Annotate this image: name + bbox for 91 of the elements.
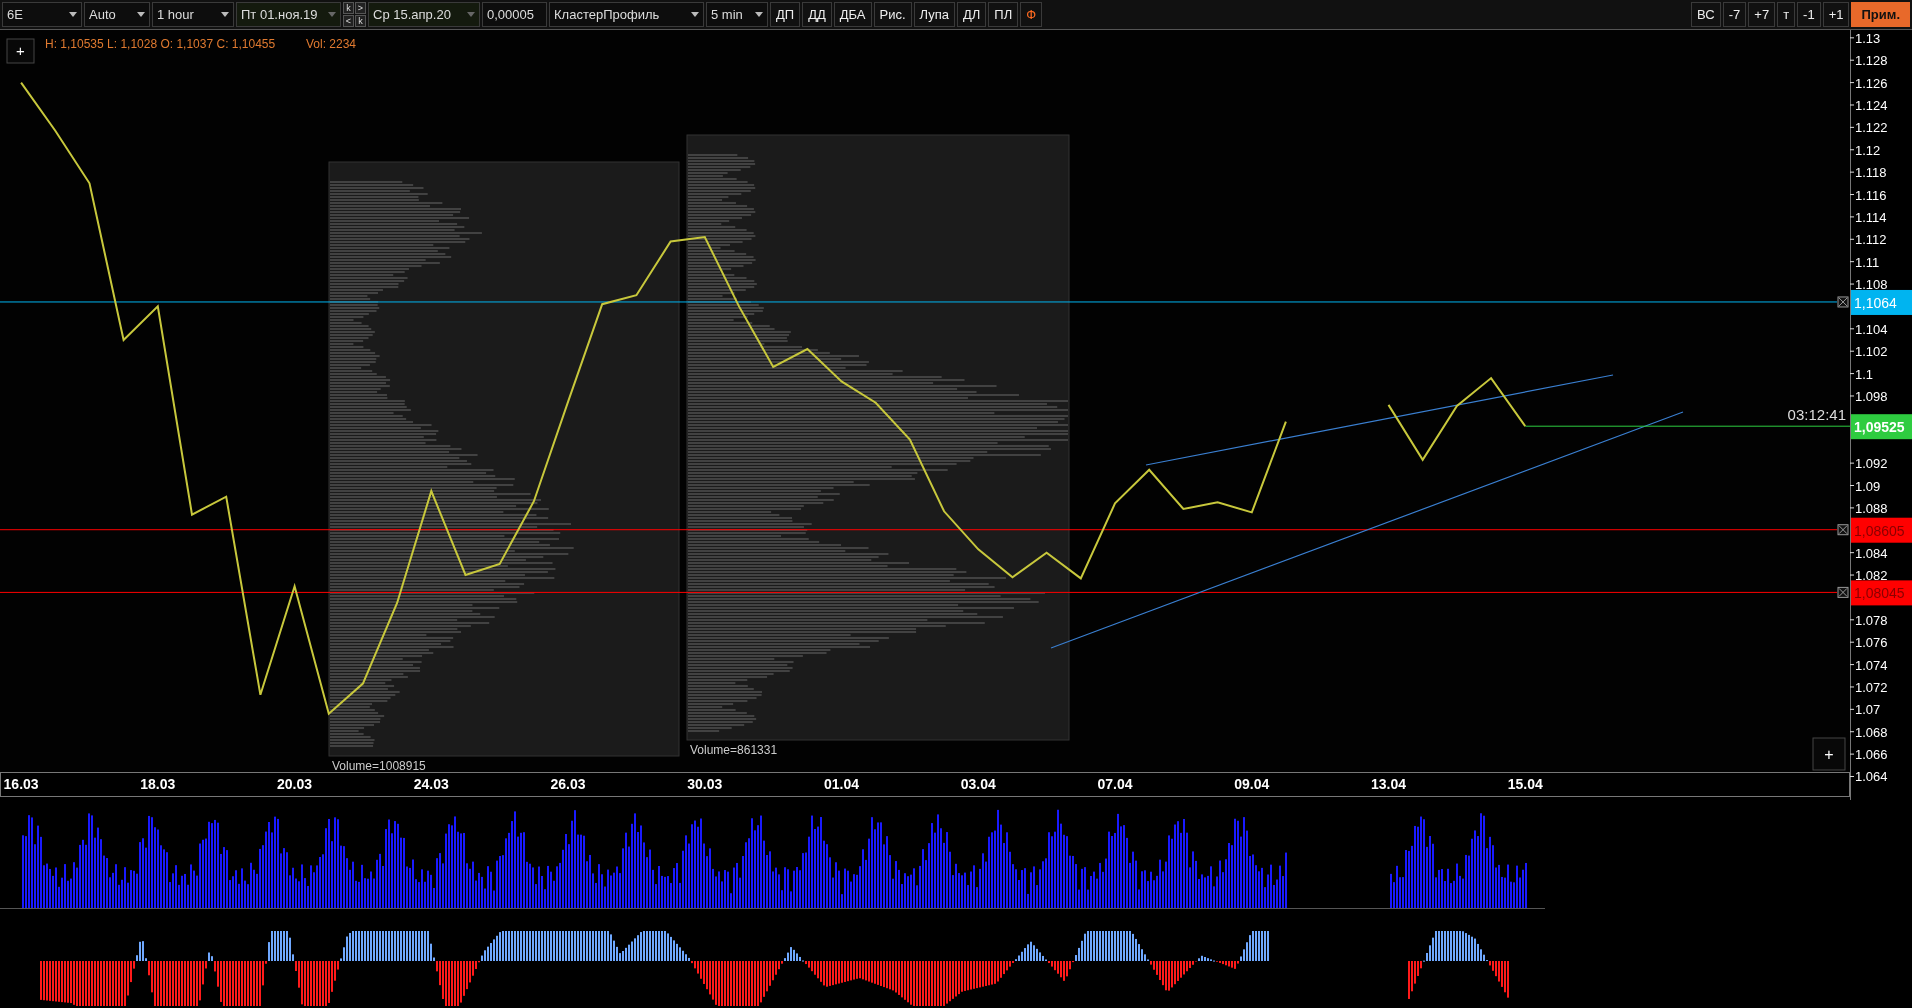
price-label: 1.128 [1855, 53, 1888, 69]
period-dropdown[interactable]: 5 min [706, 2, 768, 27]
toolbar-button[interactable]: Рис. [873, 2, 912, 27]
price-tag: 1,08045 [1851, 580, 1912, 606]
symbol-dropdown[interactable]: 6E [2, 2, 82, 27]
price-label: 1.098 [1855, 388, 1888, 404]
date-label: 15.04 [1507, 776, 1543, 792]
date-dropdown[interactable]: Пт 01.ноя.19 [236, 2, 341, 27]
date-label: 26.03 [550, 776, 586, 792]
caret-icon [69, 12, 77, 17]
toolbar-button[interactable]: -7 [1722, 2, 1747, 27]
countdown-timer: 03:12:41 [1787, 406, 1846, 424]
toolbar-button[interactable]: Прим. [1851, 2, 1910, 27]
price-label: 1.126 [1855, 75, 1888, 91]
volume-readout: Vol: 2234 [306, 37, 357, 51]
price-label: 1.112 [1855, 232, 1887, 248]
date-label: 24.03 [413, 776, 449, 792]
price-label: 1.13 [1855, 30, 1881, 46]
price-label: 1.11 [1855, 254, 1880, 270]
toolbar-button[interactable]: +1 [1822, 2, 1850, 27]
toolbar-button[interactable]: ДЛ [957, 2, 987, 27]
price-label: 1.102 [1855, 344, 1888, 360]
volume-label: Volume=1008915 [332, 759, 426, 773]
price-tag: 1,08605 [1851, 517, 1912, 543]
price-label: 1.104 [1855, 321, 1888, 337]
chart-type-dropdown[interactable]: КластерПрофиль [549, 2, 704, 27]
toolbar-button[interactable]: Ф [1020, 2, 1043, 27]
date-label: 20.03 [277, 776, 313, 792]
price-label: 1.078 [1855, 612, 1888, 628]
price-tag: 1,1064 [1851, 289, 1912, 315]
nav-key[interactable]: k [355, 15, 366, 27]
price-label: 1.09 [1855, 478, 1881, 494]
price-level-line[interactable] [0, 591, 1838, 593]
price-label: 1.124 [1855, 98, 1888, 113]
price-label: 1.068 [1855, 724, 1888, 740]
volume-label: Volume=861331 [690, 743, 778, 757]
nav-key[interactable]: > [355, 2, 366, 14]
price-label: 1.122 [1855, 120, 1888, 136]
toolbar-button[interactable]: ДП [770, 2, 801, 27]
date-label: 16.03 [3, 776, 39, 792]
close-icon[interactable] [1837, 296, 1849, 308]
timeframe-dropdown[interactable]: 1 hour [152, 2, 234, 27]
toolbar-button[interactable]: ПЛ [988, 2, 1019, 27]
toolbar-button[interactable]: т [1777, 2, 1796, 27]
price-label: 1.066 [1855, 747, 1888, 763]
price-label: 1.064 [1855, 769, 1888, 785]
caret-icon [467, 12, 475, 17]
price-label: 1.12 [1855, 142, 1881, 158]
zoom-button[interactable]: + [1812, 737, 1846, 771]
price-label: 1.1 [1855, 366, 1874, 382]
current-price-tag: 1,09525 [1851, 414, 1912, 440]
toolbar-button[interactable]: -1 [1797, 2, 1821, 27]
date-label: 30.03 [687, 776, 723, 792]
price-label: 1.07 [1855, 702, 1881, 718]
zoom-button[interactable]: + [6, 38, 35, 64]
toolbar-button[interactable]: ДБА [833, 2, 872, 27]
price-label: 1.118 [1855, 165, 1887, 181]
price-label: 1.116 [1855, 187, 1887, 203]
tick-size-field[interactable]: 0,00005 [482, 2, 547, 27]
price-label: 1.072 [1855, 679, 1888, 695]
date-label: 18.03 [140, 776, 176, 792]
price-label: 1.114 [1855, 209, 1887, 225]
date-label: 09.04 [1234, 776, 1270, 792]
price-label: 1.074 [1855, 657, 1888, 673]
caret-icon [328, 12, 336, 17]
caret-icon [755, 12, 763, 17]
scale-dropdown[interactable]: Auto [84, 2, 150, 27]
caret-icon [137, 12, 145, 17]
toolbar-button[interactable]: ВС [1691, 2, 1721, 27]
caret-icon [691, 12, 699, 17]
close-icon[interactable] [1837, 524, 1849, 536]
toolbar-button[interactable]: Лупа [913, 2, 955, 27]
price-label: 1.076 [1855, 635, 1888, 651]
trend-line[interactable] [1050, 411, 1684, 649]
date-label: 01.04 [824, 776, 860, 792]
toolbar-button[interactable]: ДД [802, 2, 832, 27]
trend-line[interactable] [1145, 374, 1614, 466]
nav-key[interactable]: < [343, 15, 354, 27]
toolbar-button[interactable]: +7 [1748, 2, 1776, 27]
price-level-line[interactable] [0, 529, 1838, 531]
price-label: 1.088 [1855, 500, 1888, 516]
price-label: 1.084 [1855, 545, 1888, 561]
close-icon[interactable] [1837, 586, 1849, 598]
date-label: 07.04 [1097, 776, 1133, 792]
date-dropdown[interactable]: Ср 15.апр.20 [368, 2, 480, 27]
date-label: 13.04 [1371, 776, 1406, 792]
ohlc-readout: H: 1,10535 L: 1,1028 O: 1,1037 C: 1,10455 [45, 37, 276, 51]
caret-icon [221, 12, 229, 17]
date-label: 03.04 [960, 776, 996, 792]
price-label: 1.092 [1855, 456, 1888, 472]
nav-key[interactable]: k [343, 2, 354, 14]
